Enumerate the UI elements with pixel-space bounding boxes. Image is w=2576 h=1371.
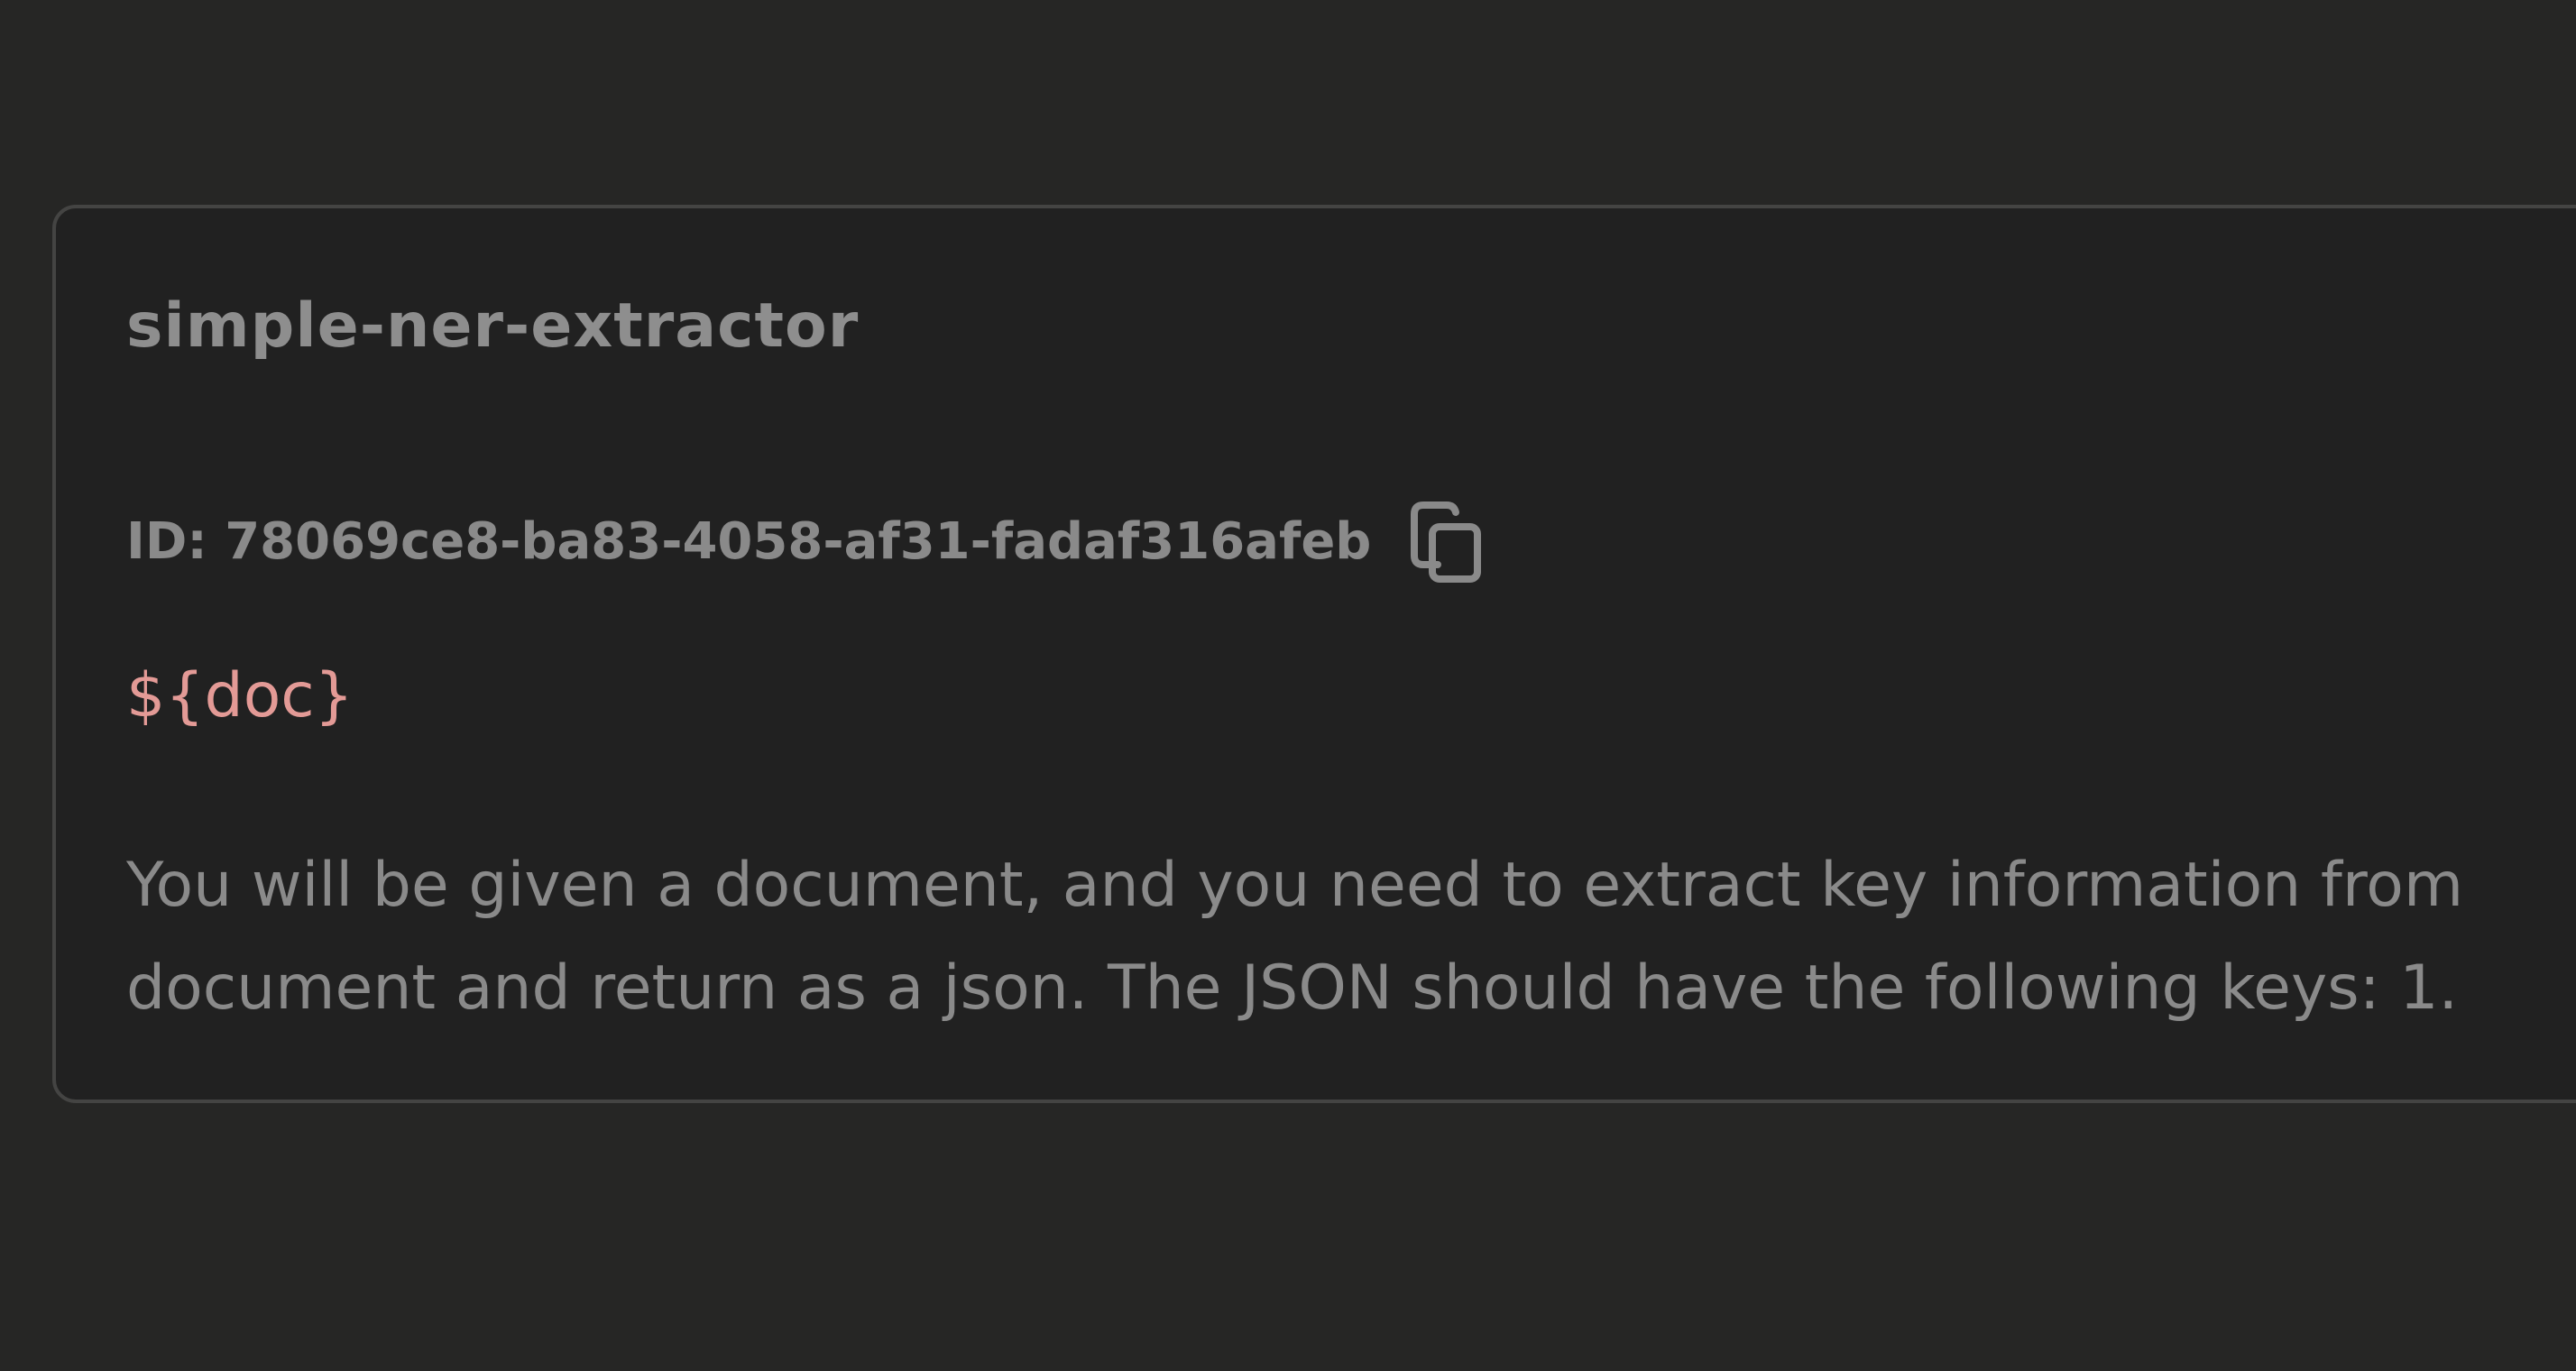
template-variable: ${doc}: [126, 660, 354, 732]
prompt-title: simple-ner-extractor: [126, 290, 860, 362]
prompt-description: You will be given a document, and you ne…: [126, 834, 2576, 1040]
description-line: You will be given a document, and you ne…: [126, 850, 2464, 921]
prompt-id-row: ID: 78069ce8-ba83-4058-af31-fadaf316afeb: [126, 501, 1483, 583]
copy-icon[interactable]: [1407, 501, 1483, 583]
prompt-id-text: ID: 78069ce8-ba83-4058-af31-fadaf316afeb: [126, 512, 1372, 571]
description-line: document and return as a json. The JSON …: [126, 952, 2459, 1024]
